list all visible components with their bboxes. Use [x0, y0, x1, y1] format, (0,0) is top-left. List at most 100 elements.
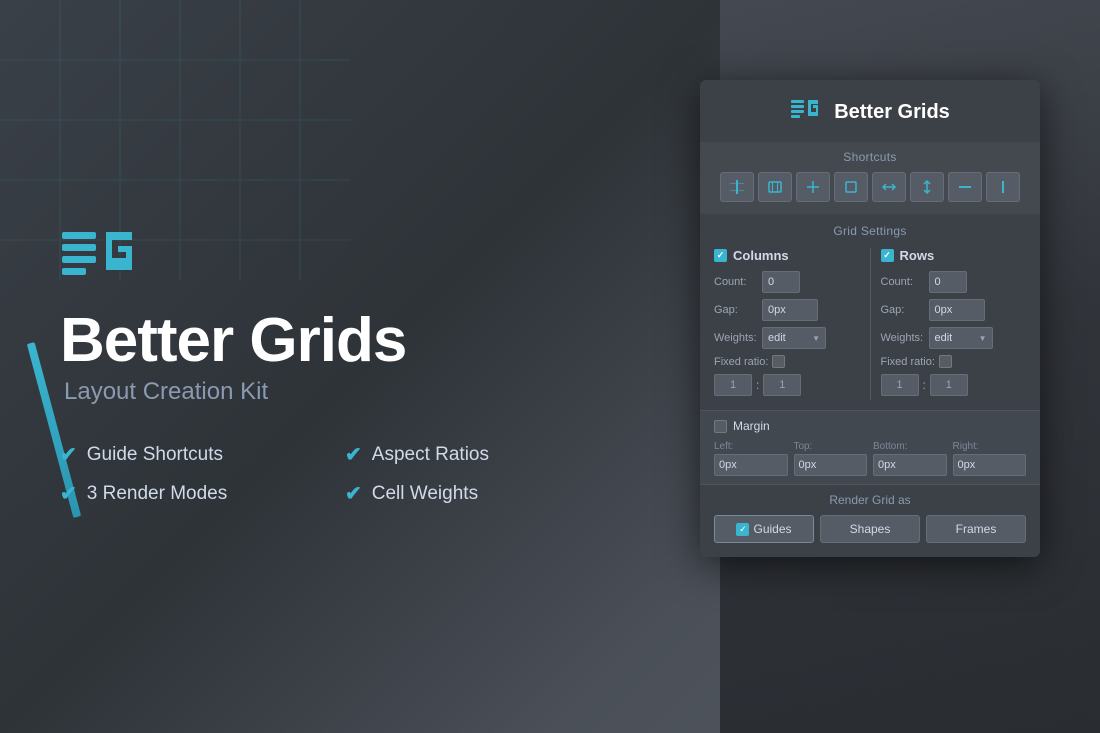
app-logo-icon [60, 220, 140, 300]
col-gap-row: Gap: [714, 299, 860, 321]
margin-label: Margin [733, 419, 770, 433]
row-fixed-ratio-label: Fixed ratio: [881, 356, 935, 368]
row-weights-label: Weights: [881, 332, 925, 344]
render-shapes-button[interactable]: Shapes [820, 515, 920, 543]
panel-title: Better Grids [834, 101, 950, 124]
margin-top-input[interactable] [794, 454, 868, 476]
render-buttons: ✓ Guides Shapes Frames [714, 515, 1026, 543]
col-ratio-1[interactable] [714, 374, 752, 396]
left-content-area: Better Grids Layout Creation Kit ✔ Guide… [60, 220, 600, 506]
rows-checkbox[interactable]: ✓ [881, 249, 894, 262]
render-section: Render Grid as ✓ Guides Shapes Frames [700, 484, 1040, 557]
shortcut-btn-3[interactable] [834, 172, 868, 202]
rows-header: ✓ Rows [881, 248, 1027, 263]
margin-bottom-label: Bottom: [873, 441, 947, 452]
col-ratio-2[interactable] [763, 374, 801, 396]
row-gap-input[interactable] [929, 299, 985, 321]
col-weights-arrow: ▼ [812, 334, 820, 343]
row-gap-row: Gap: [881, 299, 1027, 321]
render-frames-button[interactable]: Frames [926, 515, 1026, 543]
feature-item-3: ✔ Cell Weights [345, 481, 600, 506]
columns-rows-divider [870, 248, 871, 400]
col-count-row: Count: [714, 271, 860, 293]
feature-item-0: ✔ Guide Shortcuts [60, 442, 315, 467]
feature-item-1: ✔ Aspect Ratios [345, 442, 600, 467]
columns-checkbox[interactable]: ✓ [714, 249, 727, 262]
row-fixed-ratio-checkbox[interactable] [939, 355, 952, 368]
row-ratio-colon: : [923, 378, 926, 392]
render-guides-label: Guides [753, 522, 791, 536]
app-title: Better Grids [60, 310, 600, 372]
row-weights-select[interactable]: edit ▼ [929, 327, 993, 349]
feature-item-2: ✔ 3 Render Modes [60, 481, 315, 506]
feature-label-3: Cell Weights [372, 483, 478, 505]
col-gap-input[interactable] [762, 299, 818, 321]
shortcut-btn-7[interactable] [986, 172, 1020, 202]
render-guides-check: ✓ [736, 523, 749, 536]
col-weights-row: Weights: edit ▼ [714, 327, 860, 349]
margin-right-field: Right: [953, 441, 1027, 476]
row-weights-value: edit [935, 332, 953, 344]
row-count-label: Count: [881, 276, 925, 288]
columns-section: ✓ Columns Count: Gap: Weights: edit ▼ [714, 248, 860, 400]
margin-left-input[interactable] [714, 454, 788, 476]
row-gap-label: Gap: [881, 304, 925, 316]
feature-label-1: Aspect Ratios [372, 444, 489, 466]
shortcut-btn-1[interactable] [758, 172, 792, 202]
panel: Better Grids Shortcuts [700, 80, 1040, 557]
shortcut-btn-4[interactable] [872, 172, 906, 202]
margin-checkbox[interactable] [714, 420, 727, 433]
row-count-input[interactable] [929, 271, 967, 293]
col-fixed-ratio-checkbox[interactable] [772, 355, 785, 368]
check-icon-0: ✔ [60, 442, 77, 467]
col-weights-value: edit [768, 332, 786, 344]
col-count-label: Count: [714, 276, 758, 288]
columns-header: ✓ Columns [714, 248, 860, 263]
app-subtitle: Layout Creation Kit [64, 378, 600, 406]
shortcut-btn-0[interactable] [720, 172, 754, 202]
margin-top-field: Top: [794, 441, 868, 476]
render-guides-button[interactable]: ✓ Guides [714, 515, 814, 543]
margin-header: Margin [714, 419, 1026, 433]
row-count-row: Count: [881, 271, 1027, 293]
check-icon-1: ✔ [345, 442, 362, 467]
check-icon-3: ✔ [345, 481, 362, 506]
col-count-input[interactable] [762, 271, 800, 293]
shortcut-btn-5[interactable] [910, 172, 944, 202]
row-ratio-1[interactable] [881, 374, 919, 396]
rows-section: ✓ Rows Count: Gap: Weights: edit ▼ [881, 248, 1027, 400]
shortcuts-row [714, 172, 1026, 202]
row-ratio-inputs: : [881, 374, 1027, 396]
row-weights-row: Weights: edit ▼ [881, 327, 1027, 349]
check-icon-2: ✔ [60, 481, 77, 506]
col-weights-label: Weights: [714, 332, 758, 344]
col-weights-select[interactable]: edit ▼ [762, 327, 826, 349]
row-weights-arrow: ▼ [979, 334, 987, 343]
margin-top-label: Top: [794, 441, 868, 452]
columns-rows: ✓ Columns Count: Gap: Weights: edit ▼ [714, 248, 1026, 400]
shortcut-btn-2[interactable] [796, 172, 830, 202]
margin-left-label: Left: [714, 441, 788, 452]
feature-label-0: Guide Shortcuts [87, 444, 223, 466]
shortcut-btn-6[interactable] [948, 172, 982, 202]
col-ratio-colon: : [756, 378, 759, 392]
rows-label: Rows [900, 248, 935, 263]
features-list: ✔ Guide Shortcuts ✔ Aspect Ratios ✔ 3 Re… [60, 442, 600, 506]
shortcuts-section: Shortcuts [700, 142, 1040, 214]
grid-settings-label: Grid Settings [714, 224, 1026, 238]
render-grid-label: Render Grid as [714, 493, 1026, 507]
margin-right-input[interactable] [953, 454, 1027, 476]
row-ratio-2[interactable] [930, 374, 968, 396]
columns-label: Columns [733, 248, 789, 263]
margin-bottom-input[interactable] [873, 454, 947, 476]
logo-container [60, 220, 600, 300]
shortcuts-label: Shortcuts [714, 150, 1026, 164]
panel-logo-icon [790, 96, 822, 128]
margin-bottom-field: Bottom: [873, 441, 947, 476]
feature-label-2: 3 Render Modes [87, 483, 227, 505]
panel-header: Better Grids [700, 80, 1040, 142]
margin-left-field: Left: [714, 441, 788, 476]
margin-right-label: Right: [953, 441, 1027, 452]
render-shapes-label: Shapes [850, 522, 891, 536]
render-frames-label: Frames [956, 522, 997, 536]
